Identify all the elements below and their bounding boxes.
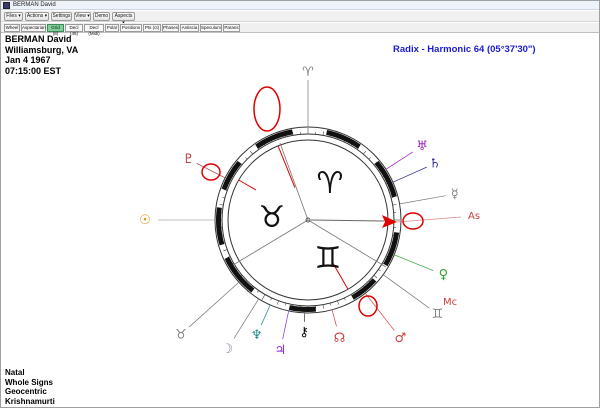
menu-bar: Files ▾ Actions ▾ Settings View ▾ Demo A… <box>1 11 599 26</box>
planet-lines <box>158 80 446 340</box>
perspective: Geocentric <box>5 387 47 396</box>
planet-spoke <box>399 195 446 205</box>
files-menu-button[interactable]: Files ▾ <box>4 12 23 21</box>
degree-tick <box>337 300 340 305</box>
degree-tick <box>219 204 224 206</box>
neptune-glyph: ♆ <box>251 328 263 343</box>
planet-spoke <box>383 274 430 309</box>
planet-spoke <box>282 310 290 340</box>
uranus-glyph: ♅ <box>416 139 428 154</box>
pluto-glyph: ♇ <box>183 152 195 167</box>
degree-tick <box>378 269 381 272</box>
degree-tick <box>322 131 324 136</box>
tab-wheel[interactable]: Wheel <box>4 24 20 32</box>
planet-spoke <box>331 309 337 327</box>
planet-spoke <box>260 304 271 326</box>
planet-spoke <box>394 254 434 271</box>
aries-house-sign: ♈ <box>317 166 344 201</box>
chart-footer: Natal Whole Signs Geocentric Krishnamurt… <box>5 368 55 406</box>
mars-glyph: ♂ <box>395 331 407 346</box>
tab-aspectarian[interactable]: Aspectarian <box>21 24 46 32</box>
gemini-glyph: ♊ <box>432 307 444 322</box>
venus-glyph: ♀ <box>439 268 449 283</box>
asc-label: As <box>468 211 480 222</box>
degree-tick <box>261 294 266 300</box>
taurus-house-sign: ♉ <box>259 200 286 235</box>
chiron-glyph: ⚷ <box>299 325 309 340</box>
settings-menu-button[interactable]: Settings <box>51 12 72 21</box>
window-title: BERMAN David <box>13 2 56 8</box>
node-glyph: ☊ <box>334 331 346 346</box>
app-icon <box>3 2 10 9</box>
taurus-glyph: ♉ <box>175 327 187 342</box>
gemini-house-sign: ♊ <box>315 241 342 276</box>
sign-segment <box>216 207 225 246</box>
degree-tick <box>270 297 272 301</box>
tab-decl-midi[interactable]: Decl (Midi) <box>84 24 104 36</box>
chart-type: Natal <box>5 368 25 377</box>
house-system: Whole Signs <box>5 377 53 387</box>
tab-antiscia[interactable]: Antiscia <box>180 24 199 32</box>
aspect-line <box>277 145 296 188</box>
wheel-svg: ♈ ♉ ♊ As Mc ♈ ♇ ☉ ♉ ☽ ♆ ♃ ⚷ ☊ ♂ ♊ ♀ ☿ ♄♅ <box>139 65 480 358</box>
moon-glyph: ☽ <box>222 342 234 357</box>
mercury-glyph: ☿ <box>451 187 459 202</box>
annotation-circle <box>358 295 378 317</box>
degree-tick <box>392 204 397 206</box>
tab-polar[interactable]: Polar <box>105 24 119 32</box>
planet-spoke <box>196 162 226 179</box>
annotation-circle <box>253 86 281 132</box>
sign-segment <box>383 232 400 266</box>
tab-pts[interactable]: Pts (ct) <box>143 24 161 32</box>
asc-line <box>310 219 385 222</box>
mc-label: Mc <box>443 297 457 308</box>
degree-tick <box>363 150 367 155</box>
degree-tick <box>245 157 248 160</box>
asc-arrow-icon <box>382 215 397 228</box>
demo-menu-button[interactable]: Demo <box>93 12 110 21</box>
title-bar: BERMAN David <box>1 1 599 10</box>
aspects-menu-button[interactable]: Aspects ▾ <box>112 12 135 26</box>
ayanamsa: Krishnamurti <box>5 396 55 406</box>
degree-tick <box>256 290 259 293</box>
tab-decl[interactable]: Decl (46) <box>65 24 83 36</box>
tab-parans[interactable]: Parans <box>223 24 240 32</box>
annotation-circle <box>201 163 221 181</box>
degree-tick <box>373 275 378 279</box>
tab-grid[interactable]: Grid (8) <box>47 24 64 36</box>
actions-menu-button[interactable]: Actions ▾ <box>25 12 49 21</box>
aries-glyph: ♈ <box>302 65 314 80</box>
degree-tick <box>368 157 371 160</box>
tab-speculum[interactable]: Speculum <box>200 24 222 32</box>
degree-tick <box>223 249 228 252</box>
chart-area: BERMAN David Williamsburg, VA Jan 4 1967… <box>1 34 599 408</box>
sign-segment <box>288 305 317 312</box>
tab-positions[interactable]: Positions <box>120 24 142 32</box>
view-menu-button[interactable]: View ▾ <box>74 12 91 21</box>
degree-tick <box>344 297 346 301</box>
degree-tick <box>249 150 253 155</box>
aspect-line <box>238 179 257 191</box>
asc-extension <box>396 216 462 223</box>
planet-spoke <box>364 293 395 331</box>
degree-tick <box>322 304 324 309</box>
planet-spoke <box>385 151 414 170</box>
saturn-glyph: ♄ <box>429 156 441 171</box>
degree-tick <box>276 300 279 305</box>
tab-phases[interactable]: Phases <box>162 24 179 32</box>
jupiter-glyph: ♃ <box>275 343 287 358</box>
sun-glyph: ☉ <box>139 213 151 228</box>
application-window: BERMAN David Files ▾ Actions ▾ Settings … <box>0 0 600 408</box>
planet-spoke <box>392 166 427 183</box>
outer-glyphs: ♈ ♇ ☉ ♉ ☽ ♆ ♃ ⚷ ☊ ♂ ♊ ♀ ☿ ♄♅ <box>139 65 459 358</box>
tab-bar: Wheel Aspectarian Grid (8) Decl (46) Dec… <box>1 23 599 36</box>
planet-spoke <box>188 281 240 328</box>
